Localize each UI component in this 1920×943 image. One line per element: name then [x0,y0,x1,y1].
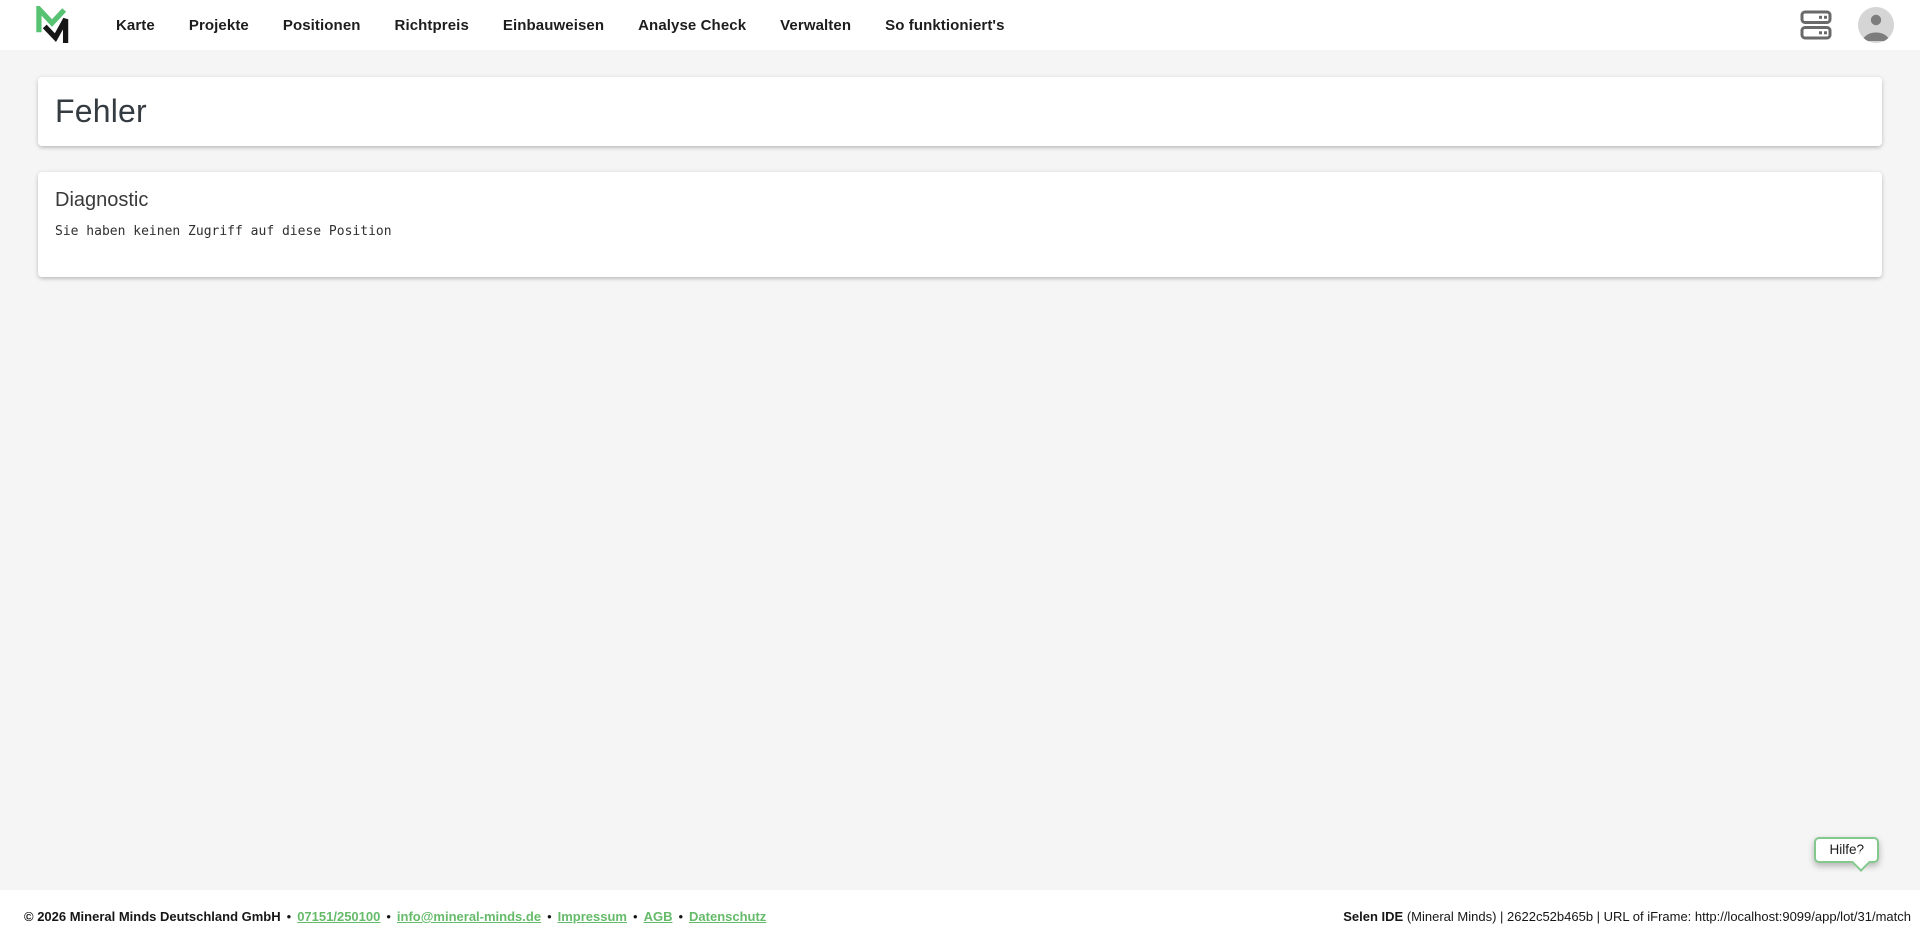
diagnostic-card: Diagnostic Sie haben keinen Zugriff auf … [38,172,1882,277]
avatar [1858,7,1894,43]
help-button[interactable]: Hilfe? [1814,837,1879,863]
footer-separator: • [633,909,638,924]
footer: © 2026 Mineral Minds Deutschland GmbH • 0… [0,890,1920,943]
footer-links: © 2026 Mineral Minds Deutschland GmbH • 0… [24,909,766,924]
diagnostic-heading: Diagnostic [55,189,149,211]
footer-link-info-mineral-minds-de[interactable]: info@mineral-minds.de [397,909,541,924]
nav-item-so-funktioniert-s[interactable]: So funktioniert's [885,17,1004,34]
error-title-card: Fehler [38,77,1882,146]
user-avatar-button[interactable] [1858,7,1894,43]
ide-brand-text: Selen IDE [1343,909,1404,924]
footer-separator: • [678,909,684,924]
server-status-button[interactable] [1799,9,1833,41]
mineral-minds-logo[interactable] [36,5,69,45]
footer-separator: • [547,909,552,924]
nav-item-projekte[interactable]: Projekte [189,17,249,34]
logo-m-icon [36,5,69,43]
copyright-text: © 2026 Mineral Minds Deutschland GmbH [24,909,281,924]
footer-separator: • [286,909,292,924]
nav-item-karte[interactable]: Karte [116,17,155,34]
main-nav: Karte Projekte Positionen Richtpreis Einbauw… [116,17,1005,34]
debug-info: Selen IDE (Mineral Minds) | 2622c52b465b… [1343,909,1911,924]
footer-link-07151-250100[interactable]: 07151/250100 [297,909,380,924]
topbar-actions [1799,7,1894,43]
nav-item-einbauweisen[interactable]: Einbauweisen [503,17,604,34]
nav-item-analyse-check[interactable]: Analyse Check [638,17,746,34]
page-title: Fehler [55,93,147,129]
footer-link-impressum[interactable]: Impressum [558,909,627,924]
user-avatar-icon [1858,7,1894,43]
nav-item-richtpreis[interactable]: Richtpreis [395,17,469,34]
top-nav-bar: Karte Projekte Positionen Richtpreis Einbauw… [0,0,1920,50]
nav-item-verwalten[interactable]: Verwalten [780,17,851,34]
content-area: Fehler Diagnostic Sie haben keinen Zugri… [0,50,1920,277]
iframe-url-text: (Mineral Minds) | 2622c52b465b | URL of … [1403,909,1911,924]
footer-separator: • [386,909,391,924]
server-icon [1800,10,1832,40]
nav-item-positionen[interactable]: Positionen [283,17,361,34]
footer-link-datenschutz[interactable]: Datenschutz [689,909,766,924]
diagnostic-message: Sie haben keinen Zugriff auf diese Posit… [55,224,392,239]
footer-link-agb[interactable]: AGB [644,909,673,924]
